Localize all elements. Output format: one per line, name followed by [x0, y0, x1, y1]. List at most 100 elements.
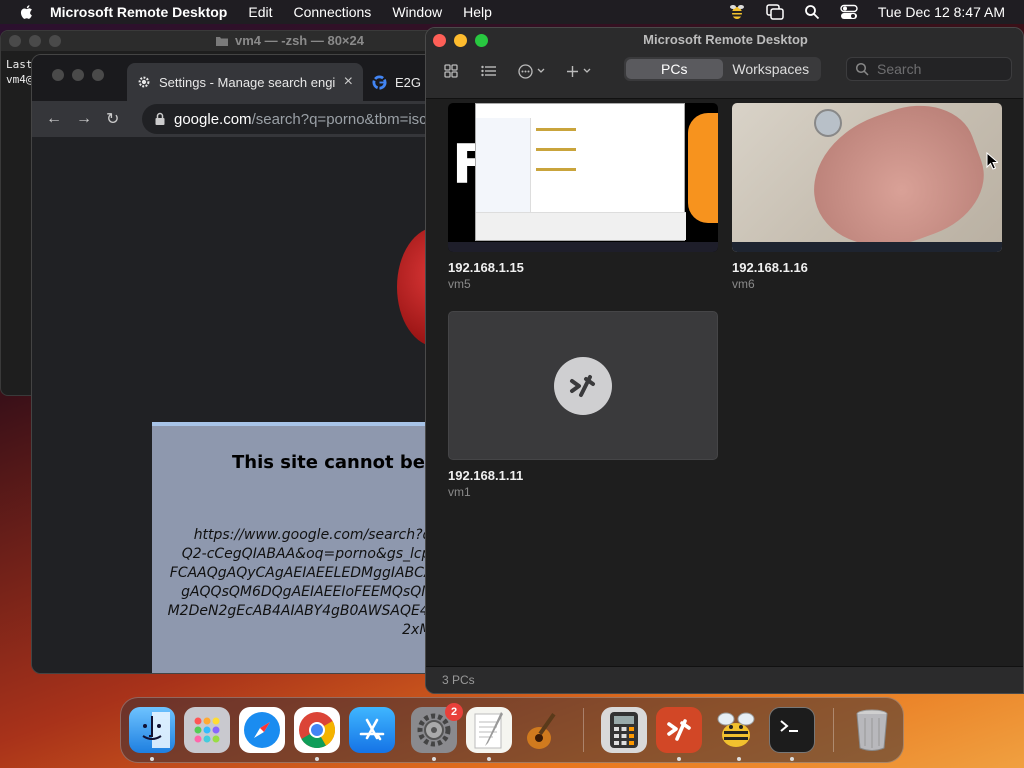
menu-connections[interactable]: Connections: [293, 4, 371, 20]
pc-name: vm1: [448, 485, 471, 499]
blocked-site-panel: This site cannot be vi https://www.googl…: [152, 422, 431, 673]
search-box: [846, 57, 1012, 81]
mouse-cursor-icon: [986, 152, 998, 170]
list-view-button[interactable]: [481, 60, 496, 82]
chrome-toolbar: ← → ↻ google.com/search?q=porno&tbm=isc: [32, 101, 430, 137]
more-options-button[interactable]: [518, 60, 545, 82]
address-bar[interactable]: google.com/search?q=porno&tbm=isc: [142, 104, 430, 134]
close-tab-icon[interactable]: ×: [344, 73, 353, 91]
terminal-minimize-button[interactable]: [29, 35, 41, 47]
dock-trash[interactable]: [849, 707, 895, 753]
url-host: google.com: [174, 110, 252, 128]
calculator-icon: [610, 712, 638, 748]
finder-icon: [142, 712, 170, 748]
tab-pcs[interactable]: PCs: [626, 59, 723, 79]
blocked-url-line: FCAAQgAQyCAgAEIAEELEDMggIABCABE: [169, 565, 431, 581]
tab-workspaces[interactable]: Workspaces: [723, 59, 820, 79]
pc-address: 192.168.1.15: [448, 260, 524, 275]
pc-name: vm6: [732, 277, 755, 291]
pc-card-vm1[interactable]: 192.168.1.11 vm1: [448, 311, 718, 499]
pc-name: vm5: [448, 277, 471, 291]
dock-separator: [583, 708, 584, 752]
terminal-zoom-button[interactable]: [49, 35, 61, 47]
chrome-tab-google[interactable]: E2G: [372, 63, 421, 101]
dock-chrome[interactable]: [294, 707, 340, 753]
menu-window[interactable]: Window: [392, 4, 442, 20]
chrome-tab-strip: Settings - Manage search engi × E2G: [32, 55, 430, 101]
pc-card-vm6[interactable]: 192.168.1.16 vm6: [732, 103, 1002, 291]
dock-terminal[interactable]: [769, 707, 815, 753]
running-indicator: [432, 757, 436, 761]
pc-address: 192.168.1.16: [732, 260, 808, 275]
running-indicator: [737, 757, 741, 761]
back-arrow-icon[interactable]: ←: [46, 110, 62, 128]
chrome-minimize-button[interactable]: [72, 69, 84, 81]
pc-count: 3 PCs: [442, 673, 475, 687]
forward-arrow-icon[interactable]: →: [76, 110, 92, 128]
running-indicator: [677, 757, 681, 761]
dock-bee-app[interactable]: [713, 707, 759, 753]
dock-separator: [833, 708, 834, 752]
dock-remote-desktop[interactable]: [656, 707, 702, 753]
bee-icon: [717, 712, 755, 747]
dock: 2: [120, 697, 904, 763]
dock-finder[interactable]: [129, 707, 175, 753]
status-bar: 3 PCs: [426, 666, 1023, 693]
search-input[interactable]: [877, 61, 997, 77]
dock-calculator[interactable]: [601, 707, 647, 753]
blocked-url-line: https://www.google.com/search?q=p: [193, 527, 431, 543]
bee-status-icon[interactable]: [728, 3, 746, 21]
spotlight-search-icon[interactable]: [804, 4, 820, 20]
chrome-zoom-button[interactable]: [92, 69, 104, 81]
url-path: /search?q=porno&tbm=isc: [251, 110, 427, 128]
chrome-icon: [299, 712, 336, 749]
pc-thumbnail[interactable]: F: [448, 103, 718, 252]
launchpad-icon: [194, 717, 220, 743]
dock-textedit[interactable]: [466, 707, 512, 753]
reload-icon[interactable]: ↻: [106, 109, 122, 129]
terminal-icon: [780, 720, 798, 732]
running-indicator: [315, 757, 319, 761]
chrome-window[interactable]: Settings - Manage search engi × E2G ← → …: [31, 54, 431, 674]
running-indicator: [790, 757, 794, 761]
thumbnail-graphic: [688, 113, 718, 223]
more-options-icon: [518, 63, 533, 79]
menu-help[interactable]: Help: [463, 4, 492, 20]
app-store-icon: [359, 718, 385, 741]
textedit-icon: [474, 712, 503, 749]
menu-edit[interactable]: Edit: [248, 4, 272, 20]
menu-app-name[interactable]: Microsoft Remote Desktop: [50, 4, 227, 20]
menu-clock[interactable]: Tue Dec 12 8:47 AM: [878, 4, 1005, 20]
dock-safari[interactable]: [239, 707, 285, 753]
remote-desktop-logo-icon: [554, 356, 612, 415]
guitar-icon: [527, 713, 556, 749]
pc-card-vm5[interactable]: F 192.168.1.15 vm5: [448, 103, 718, 291]
dock-garageband[interactable]: [521, 707, 567, 753]
blocked-url-text: https://www.google.com/search?q=p Q2-cCe…: [152, 526, 431, 640]
chrome-tab-title: Settings - Manage search engi: [159, 74, 336, 90]
folder-icon: [216, 36, 228, 46]
control-center-icon[interactable]: [840, 4, 858, 20]
view-segmented-control: PCs Workspaces: [624, 57, 821, 81]
pc-thumbnail[interactable]: [732, 103, 1002, 252]
dock-app-store[interactable]: [349, 707, 395, 753]
terminal-titlebar: vm4 — -zsh — 80×24: [1, 31, 429, 51]
window-title: Microsoft Remote Desktop: [643, 32, 808, 47]
thumbnail-taskbar: [732, 242, 1002, 252]
grid-view-icon: [444, 64, 458, 78]
running-indicator: [487, 757, 491, 761]
terminal-close-button[interactable]: [9, 35, 21, 47]
dock-launchpad[interactable]: [184, 707, 230, 753]
grid-view-button[interactable]: [444, 60, 458, 82]
chrome-page-content[interactable]: This site cannot be vi https://www.googl…: [32, 137, 431, 673]
apple-menu-icon[interactable]: [18, 3, 36, 21]
chrome-tab-settings[interactable]: Settings - Manage search engi ×: [127, 63, 363, 101]
remote-desktop-window[interactable]: Microsoft Remote Desktop PCs Workspaces: [425, 27, 1024, 694]
dock-system-settings[interactable]: 2: [411, 703, 463, 753]
chrome-close-button[interactable]: [52, 69, 64, 81]
screen-mirroring-icon[interactable]: [766, 4, 784, 20]
thumbnail-photo: [814, 109, 842, 137]
add-button[interactable]: [566, 60, 591, 82]
thumbnail-taskbar: [448, 242, 718, 252]
pc-thumbnail[interactable]: [448, 311, 718, 460]
